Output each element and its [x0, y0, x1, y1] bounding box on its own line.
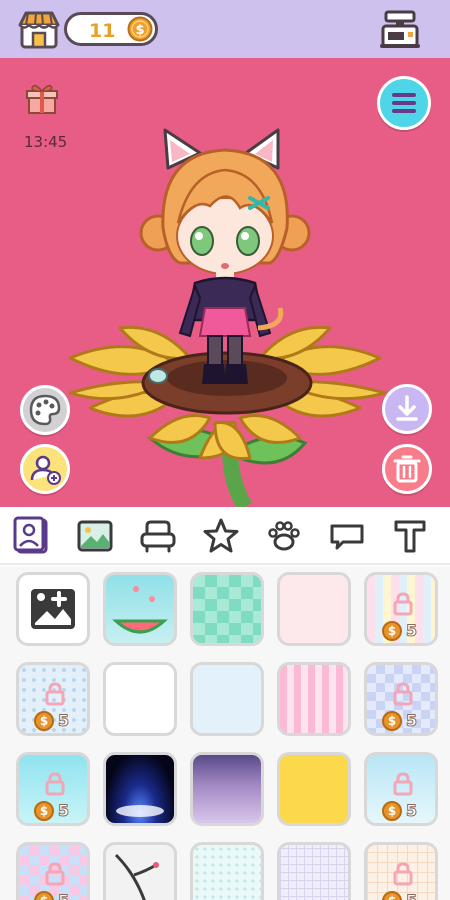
coin-count: 11: [89, 20, 116, 42]
price-value: 5: [405, 801, 418, 821]
tab-image[interactable]: [75, 516, 115, 556]
coin-icon: $: [34, 801, 54, 821]
background-tile-pink-hearts[interactable]: [277, 572, 351, 646]
coin-icon: $: [127, 16, 153, 42]
kiosk-icon[interactable]: [378, 8, 422, 50]
coin-icon: $: [382, 621, 402, 641]
lock-icon: [43, 772, 67, 796]
background-tile-light-blue[interactable]: [190, 662, 264, 736]
download-button[interactable]: [382, 384, 432, 434]
background-tile-pastel-stripes[interactable]: $5: [364, 572, 438, 646]
price-value: 5: [405, 711, 418, 731]
tab-furniture[interactable]: [138, 516, 178, 556]
menu-icon: [392, 93, 416, 113]
price-tag: $5: [34, 711, 78, 731]
paw-icon: [268, 521, 300, 551]
text-icon: [394, 520, 426, 553]
add-image-icon: [31, 589, 75, 629]
background-tile-cream-grid[interactable]: $5: [364, 842, 438, 900]
coin-icon: $: [34, 891, 54, 900]
star-icon: [203, 518, 239, 553]
background-tile-blue-check[interactable]: $5: [364, 662, 438, 736]
price-value: 5: [405, 621, 418, 641]
price-tag: $5: [382, 801, 426, 821]
tab-speech[interactable]: [327, 516, 367, 556]
lock-icon: [43, 862, 67, 886]
coin-icon: $: [382, 711, 402, 731]
price-tag: $5: [382, 621, 426, 641]
background-tile-sky-sparkle[interactable]: $5: [364, 752, 438, 826]
background-tile-blue-dots[interactable]: $5: [16, 662, 90, 736]
price-tag: $5: [34, 801, 78, 821]
coin-icon: $: [382, 891, 402, 900]
event-timer: 13:45: [24, 133, 68, 151]
lock-icon: [391, 682, 415, 706]
lock-icon: [43, 682, 67, 706]
watermelon-art: [112, 586, 168, 634]
coin-icon: $: [382, 801, 402, 821]
download-icon: [396, 395, 418, 421]
svg-text:$: $: [135, 23, 144, 38]
gift-icon[interactable]: [24, 80, 60, 116]
character-stage: 13:45: [0, 58, 450, 507]
lock-icon: [391, 772, 415, 796]
background-tile-cyan-sparkle[interactable]: $5: [16, 752, 90, 826]
coin-icon: $: [34, 711, 54, 731]
top-bar: 11 $: [0, 0, 450, 58]
price-value: 5: [405, 891, 417, 900]
add-photo-tile[interactable]: [16, 572, 90, 646]
background-tile-purple-curtain[interactable]: [190, 752, 264, 826]
background-tile-yellow[interactable]: [277, 752, 351, 826]
background-tile-lavender-grid[interactable]: [277, 842, 351, 900]
background-tile-white-frame[interactable]: [103, 662, 177, 736]
price-tag: $5: [34, 891, 78, 900]
coin-balance: 11 $: [64, 12, 158, 46]
background-tile-mint-check[interactable]: [190, 572, 264, 646]
tab-background[interactable]: [12, 516, 52, 556]
price-value: 5: [57, 711, 70, 731]
price-tag: $5: [382, 711, 426, 731]
background-tile-pink-stripes[interactable]: [277, 662, 351, 736]
tab-pet[interactable]: [264, 516, 304, 556]
background-tile-ink-branch[interactable]: [103, 842, 177, 900]
speech-bubble-icon: [330, 524, 364, 550]
image-icon: [77, 520, 113, 552]
tab-sticker[interactable]: [201, 516, 241, 556]
add-person-icon: [30, 455, 61, 485]
price-value: 5: [57, 891, 69, 900]
palette-button[interactable]: [20, 385, 70, 435]
background-tile-mint-dots[interactable]: [190, 842, 264, 900]
background-tile-night-stage[interactable]: [103, 752, 177, 826]
menu-button[interactable]: [377, 76, 431, 130]
branch-art: [114, 853, 159, 900]
tab-text[interactable]: [390, 516, 430, 556]
add-avatar-button[interactable]: [20, 444, 70, 494]
portrait-icon: [13, 516, 48, 554]
spotlight-art: [116, 805, 164, 817]
price-tag: $5: [382, 891, 426, 900]
category-bar: [0, 507, 450, 565]
background-tile-rainbow-check[interactable]: $5: [16, 842, 90, 900]
armchair-icon: [140, 520, 176, 553]
palette-icon: [29, 394, 61, 426]
background-tile-watermelon-sky[interactable]: [103, 572, 177, 646]
lock-icon: [391, 592, 415, 616]
shop-icon[interactable]: [18, 9, 60, 49]
price-value: 5: [57, 801, 70, 821]
trash-icon: [393, 455, 421, 483]
lock-icon: [391, 862, 415, 886]
delete-button[interactable]: [382, 444, 432, 494]
background-grid: $5$5$5$5$5$5$5: [0, 566, 450, 900]
